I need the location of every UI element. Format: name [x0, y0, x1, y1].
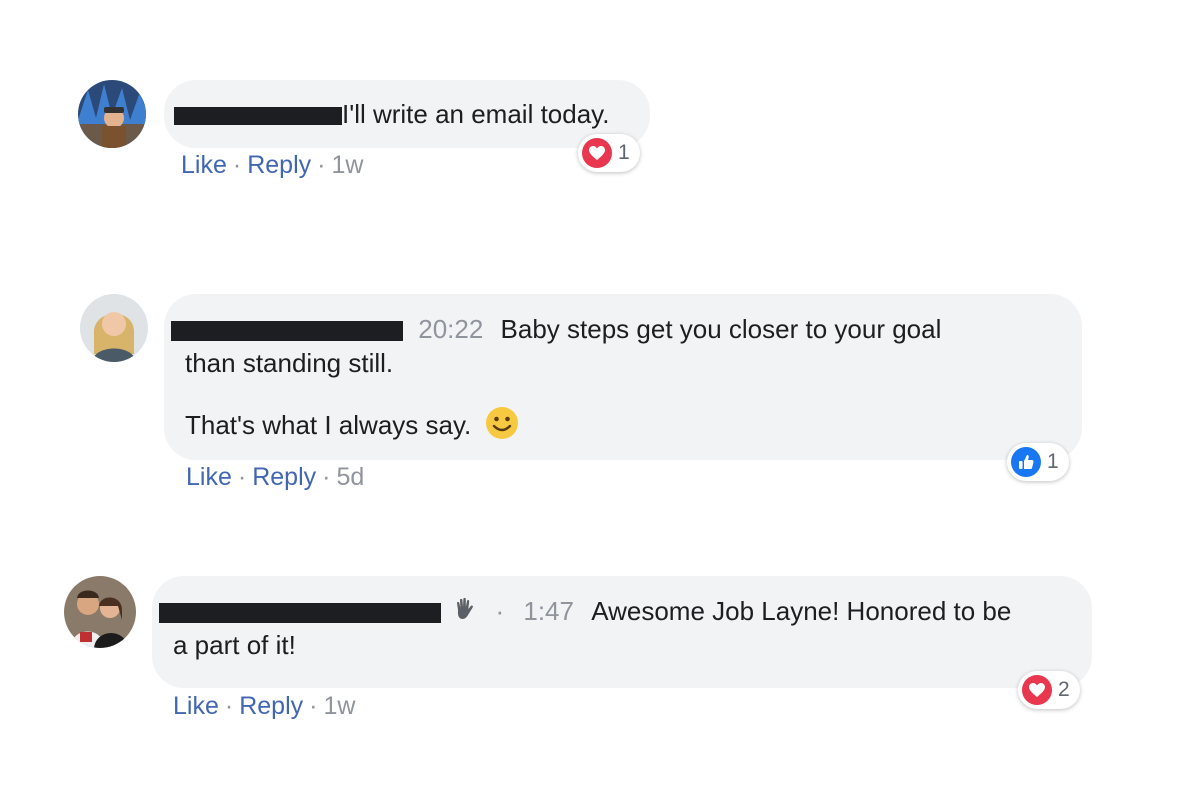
like-link[interactable]: Like	[181, 151, 227, 179]
redacted-author-name[interactable]	[159, 603, 441, 624]
like-icon	[1011, 447, 1041, 477]
slightly-smiling-face-emoji	[485, 406, 519, 448]
comment-bubble: · 1:47 Awesome Job Layne! Honored to be …	[152, 576, 1092, 688]
avatar-photo	[78, 80, 146, 148]
reaction-count: 1	[618, 141, 630, 164]
separator: ·	[495, 596, 505, 626]
comment-text-line: than standing still.	[185, 348, 394, 378]
separator: ·	[322, 463, 331, 491]
comment-timestamp[interactable]: 20:22	[418, 314, 483, 344]
separator: ·	[224, 692, 234, 720]
comment-age[interactable]: 1w	[331, 151, 363, 179]
reply-link[interactable]: Reply	[239, 692, 303, 720]
like-link[interactable]: Like	[186, 463, 232, 491]
comment-bubble: 20:22 Baby steps get you closer to your …	[164, 294, 1082, 460]
comment-actions: Like · Reply · 1w	[181, 151, 363, 180]
comment-text: I'll write an email today.	[342, 99, 610, 129]
avatar-photo	[64, 576, 136, 648]
love-icon	[1022, 675, 1052, 705]
avatar[interactable]	[64, 576, 136, 648]
comment-text-line: That's what I always say.	[185, 409, 472, 440]
comment-actions: Like · Reply · 5d	[186, 463, 364, 492]
comment-text-line: Awesome Job Layne! Honored to be	[591, 596, 1012, 626]
comment-age[interactable]: 5d	[336, 463, 364, 491]
comment-text-line: a part of it!	[173, 630, 296, 660]
separator: ·	[232, 151, 242, 179]
avatar[interactable]	[80, 294, 148, 362]
separator: ·	[237, 463, 247, 491]
comment-bubble: I'll write an email today.	[164, 80, 650, 148]
reaction-count: 1	[1047, 450, 1059, 473]
reaction-summary[interactable]: 1	[1007, 443, 1069, 481]
separator: ·	[317, 151, 326, 179]
comment-age[interactable]: 1w	[323, 692, 355, 720]
like-link[interactable]: Like	[173, 692, 219, 720]
redacted-author-name[interactable]	[174, 107, 342, 126]
reaction-summary[interactable]: 1	[578, 134, 640, 172]
avatar[interactable]	[78, 80, 146, 148]
separator: ·	[309, 692, 318, 720]
reply-link[interactable]: Reply	[247, 151, 311, 179]
comment-actions: Like · Reply · 1w	[173, 692, 355, 721]
reaction-count: 2	[1058, 678, 1070, 701]
avatar-photo	[80, 294, 148, 362]
reply-link[interactable]: Reply	[252, 463, 316, 491]
comment-text-line: Baby steps get you closer to your goal	[500, 314, 942, 344]
comment-timestamp[interactable]: 1:47	[523, 596, 574, 626]
love-icon	[582, 138, 612, 168]
reaction-summary[interactable]: 2	[1018, 671, 1080, 709]
redacted-author-name[interactable]	[171, 321, 403, 342]
waving-hand-icon	[452, 596, 478, 630]
